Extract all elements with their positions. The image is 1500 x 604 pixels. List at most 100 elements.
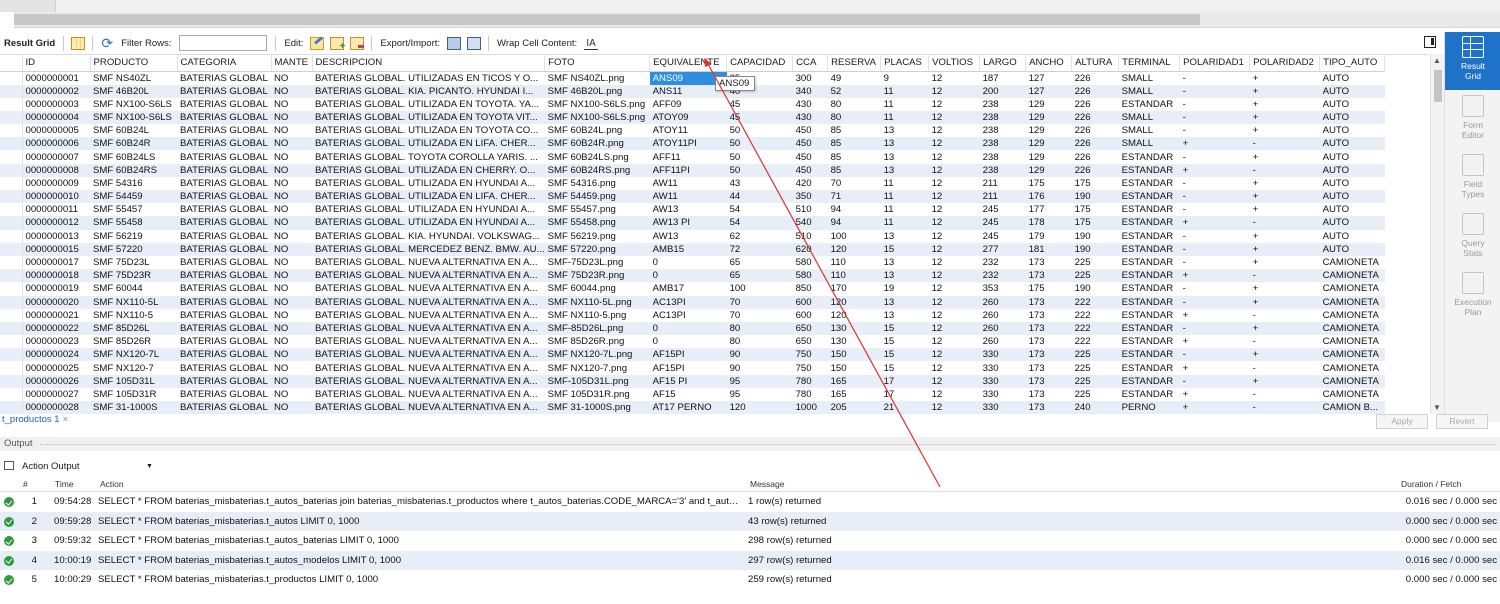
grid-cell[interactable]: 70 <box>727 309 793 322</box>
grid-cell[interactable]: 19 <box>881 282 929 295</box>
grid-cell[interactable]: 12 <box>928 242 980 256</box>
grid-cell[interactable]: AW11 <box>650 177 727 190</box>
grid-cell[interactable]: 100 <box>727 282 793 295</box>
grid-cell[interactable]: ESTANDAR <box>1119 282 1180 295</box>
grid-cell[interactable]: 12 <box>928 110 980 125</box>
grid-cell[interactable]: 226 <box>1072 98 1119 111</box>
row-gutter[interactable] <box>0 308 23 322</box>
grid-cell[interactable]: 12 <box>928 295 980 309</box>
grid-cell[interactable]: 150 <box>828 361 881 374</box>
column-header-producto[interactable]: PRODUCTO <box>90 55 178 72</box>
revert-button[interactable]: Revert <box>1436 414 1488 429</box>
grid-cell[interactable]: BATERIAS GLOBAL. KIA. PICANTO. HYUNDAI I… <box>312 84 545 98</box>
grid-cell[interactable]: 260 <box>980 335 1026 348</box>
grid-cell[interactable]: - <box>1179 84 1250 98</box>
grid-cell[interactable]: AW11 <box>649 190 727 204</box>
grid-cell[interactable]: SMF 55457 <box>90 203 177 216</box>
grid-cell[interactable]: BATERIAS GLOBAL <box>177 230 271 243</box>
row-gutter[interactable] <box>0 348 23 362</box>
grid-cell[interactable]: 0000000019 <box>22 282 90 295</box>
grid-cell[interactable]: + <box>1180 388 1250 401</box>
grid-cell[interactable]: BATERIAS GLOBAL <box>177 335 271 348</box>
grid-cell[interactable]: NO <box>271 374 312 388</box>
grid-cell[interactable]: CAMIONETA <box>1319 269 1385 283</box>
grid-cell[interactable]: + <box>1249 295 1320 309</box>
grid-cell[interactable]: 173 <box>1026 256 1072 269</box>
grid-cell[interactable]: + <box>1179 137 1250 151</box>
grid-cell[interactable]: 750 <box>793 361 828 374</box>
grid-cell[interactable]: 9 <box>881 71 929 85</box>
grid-cell[interactable]: 238 <box>979 110 1026 125</box>
table-row[interactable]: 0000000017 SMF 75D23L BATERIAS GLOBAL NO BAT… <box>0 255 1385 270</box>
grid-cell[interactable]: NO <box>271 361 312 374</box>
grid-cell[interactable]: 129 <box>1025 110 1072 125</box>
grid-cell[interactable]: 65 <box>727 256 793 269</box>
grid-cell[interactable]: 580 <box>793 256 828 269</box>
grid-cell[interactable]: ESTANDAR <box>1119 361 1180 374</box>
grid-cell[interactable]: 62 <box>727 230 793 243</box>
output-type-select[interactable]: Action Output ▼ <box>4 459 154 474</box>
grid-cell[interactable]: 21 <box>880 401 929 414</box>
grid-cell[interactable]: BATERIAS GLOBAL. KIA. HYUNDAI. VOLKSWAG.… <box>312 230 545 243</box>
grid-cell[interactable]: 190 <box>1072 282 1119 295</box>
grid-cell[interactable]: SMF-85D26L.png <box>544 321 650 336</box>
grid-cell[interactable]: NO <box>271 309 312 322</box>
row-gutter[interactable] <box>0 361 23 375</box>
grid-cell[interactable]: 11 <box>881 203 929 216</box>
grid-cell[interactable]: 173 <box>1025 269 1072 283</box>
grid-cell[interactable]: NO <box>271 190 312 204</box>
grid-cell[interactable]: NO <box>271 124 312 137</box>
grid-cell[interactable]: ESTANDAR <box>1118 374 1180 388</box>
grid-cell[interactable]: 12 <box>929 256 980 269</box>
grid-cell[interactable]: 15 <box>880 242 929 256</box>
column-header-altura[interactable]: ALTURA <box>1071 55 1120 72</box>
grid-cell[interactable]: 11 <box>880 110 929 125</box>
grid-cell[interactable]: SMF 31-1000S <box>90 401 177 414</box>
grid-cell[interactable]: NO <box>271 137 312 151</box>
grid-cell[interactable]: 71 <box>827 190 881 204</box>
grid-cell[interactable]: 0 <box>649 269 727 283</box>
column-header-equivalente[interactable]: EQUIVALENTE <box>649 55 728 72</box>
side-panel-form-editor-button[interactable]: Form Editor <box>1445 91 1500 149</box>
delete-row-icon[interactable] <box>350 36 365 50</box>
grid-cell[interactable]: SMF 56219.png <box>545 230 650 243</box>
grid-cell[interactable]: 0000000023 <box>22 335 90 348</box>
grid-cell[interactable]: AFF09 <box>650 98 727 111</box>
grid-cell[interactable]: SMF 105D31R <box>90 388 177 401</box>
grid-cell[interactable]: 100 <box>828 230 881 243</box>
grid-cell[interactable]: 238 <box>979 137 1026 151</box>
grid-cell[interactable]: 232 <box>980 256 1026 269</box>
grid-cell[interactable]: ESTANDAR <box>1118 295 1180 309</box>
grid-cell[interactable]: 13 <box>880 137 929 151</box>
grid-cell[interactable]: 120 <box>827 242 881 256</box>
grid-cell[interactable]: + <box>1180 361 1250 374</box>
grid-cell[interactable]: 238 <box>979 163 1026 177</box>
import-icon[interactable] <box>467 36 482 50</box>
grid-cell[interactable]: SMALL <box>1118 137 1180 151</box>
grid-cell[interactable]: AT17 PERNO <box>649 401 727 414</box>
grid-cell[interactable]: BATERIAS GLOBAL <box>177 282 271 295</box>
grid-cell[interactable]: 70 <box>726 295 793 309</box>
grid-cell[interactable]: AW13 <box>650 203 727 216</box>
grid-cell[interactable]: BATERIAS GLOBAL. NUEVA ALTERNATIVA EN A.… <box>312 374 545 388</box>
grid-cell[interactable]: BATERIAS GLOBAL. NUEVA ALTERNATIVA EN A.… <box>312 388 545 401</box>
grid-cell[interactable]: BATERIAS GLOBAL <box>177 163 271 177</box>
grid-cell[interactable]: 11 <box>880 216 929 230</box>
grid-cell[interactable]: 12 <box>928 137 980 151</box>
row-gutter[interactable] <box>0 150 23 164</box>
grid-cell[interactable]: BATERIAS GLOBAL <box>177 177 271 190</box>
grid-cell[interactable]: 12 <box>929 177 980 190</box>
row-gutter[interactable] <box>0 110 23 125</box>
row-gutter[interactable] <box>0 374 23 388</box>
grid-cell[interactable]: 11 <box>880 84 929 98</box>
grid-cell[interactable]: SMF 54316.png <box>545 177 650 190</box>
grid-cell[interactable]: 226 <box>1071 163 1119 177</box>
table-row[interactable]: 0000000015 SMF 57220 BATERIAS GLOBAL NO BATE… <box>0 242 1385 256</box>
table-row[interactable]: 0000000010 SMF 54459 BATERIAS GLOBAL NO BATE… <box>0 190 1385 204</box>
scroll-down-icon[interactable]: ▼ <box>1433 403 1441 412</box>
grid-cell[interactable]: 120 <box>827 295 881 309</box>
grid-cell[interactable]: 12 <box>929 71 980 85</box>
grid-cell[interactable]: 12 <box>929 282 980 295</box>
grid-cell[interactable]: SMF 54459.png <box>544 190 650 204</box>
grid-cell[interactable]: 12 <box>929 309 980 322</box>
